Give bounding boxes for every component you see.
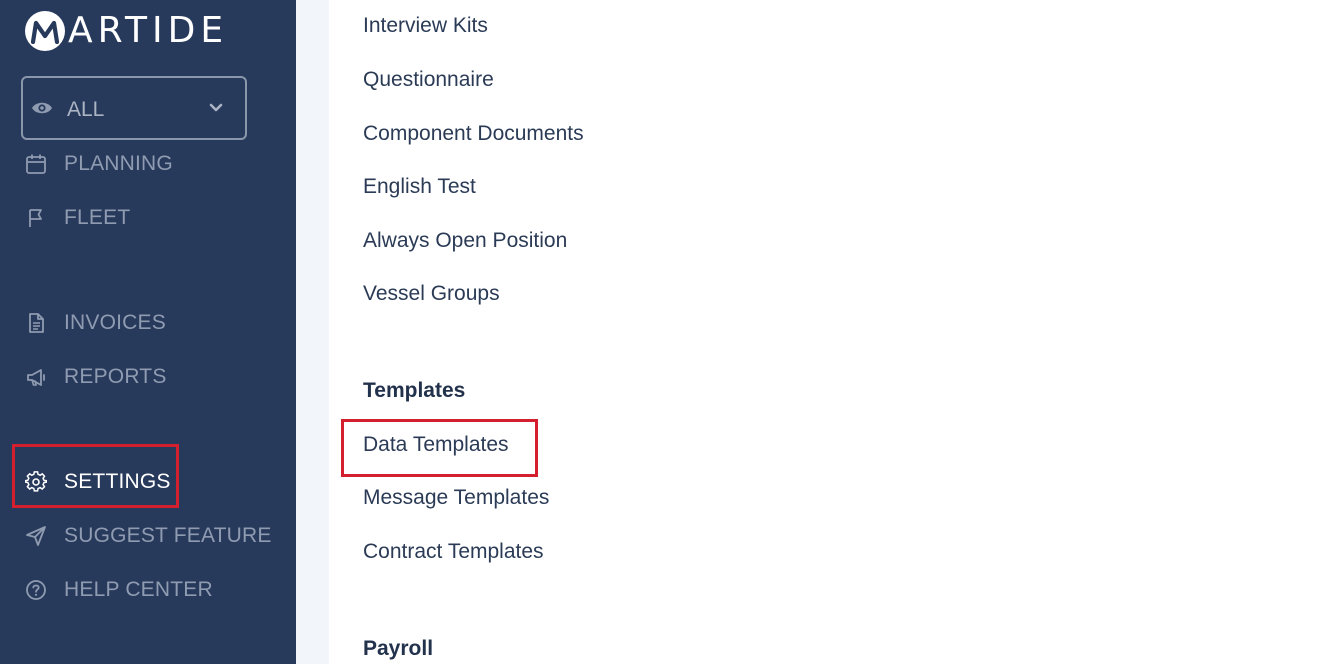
- sidebar-item-fleet[interactable]: FLEET: [24, 203, 130, 233]
- link-english-test[interactable]: English Test: [363, 175, 476, 199]
- chevron-down-icon: [209, 100, 223, 118]
- link-component-documents[interactable]: Component Documents: [363, 122, 584, 146]
- link-questionnaire[interactable]: Questionnaire: [363, 68, 494, 92]
- settings-content: Interview Kits Questionnaire Component D…: [329, 0, 1336, 664]
- link-data-templates[interactable]: Data Templates: [363, 433, 509, 457]
- filter-value: ALL: [67, 98, 105, 121]
- sidebar-item-label: HELP CENTER: [64, 578, 213, 601]
- sidebar-item-reports[interactable]: REPORTS: [24, 362, 167, 392]
- calendar-icon: [24, 152, 48, 176]
- sidebar-item-settings[interactable]: SETTINGS: [24, 467, 171, 497]
- eye-icon: [31, 100, 53, 121]
- sidebar-item-label: SUGGEST FEATURE: [64, 524, 272, 547]
- visibility-filter-select[interactable]: ALL: [21, 76, 247, 140]
- link-contract-templates[interactable]: Contract Templates: [363, 540, 544, 564]
- section-heading-payroll: Payroll: [363, 637, 434, 660]
- content-gutter: [296, 0, 329, 664]
- megaphone-icon: [24, 365, 48, 389]
- sidebar-item-help-center[interactable]: HELP CENTER: [24, 575, 213, 605]
- sidebar-item-label: INVOICES: [64, 311, 166, 334]
- sidebar-item-label: SETTINGS: [64, 470, 171, 493]
- gear-icon: [24, 470, 48, 494]
- sidebar-item-label: REPORTS: [64, 365, 167, 388]
- link-always-open-position[interactable]: Always Open Position: [363, 229, 567, 253]
- paper-plane-icon: [24, 524, 48, 548]
- sidebar-item-suggest-feature[interactable]: SUGGEST FEATURE: [24, 521, 272, 551]
- section-heading-templates: Templates: [363, 379, 466, 402]
- sidebar: ARTIDE ALL PLANNING FLEET INVOICES REPOR…: [0, 0, 296, 664]
- sidebar-item-planning[interactable]: PLANNING: [24, 149, 173, 179]
- link-message-templates[interactable]: Message Templates: [363, 486, 549, 510]
- martide-logo[interactable]: ARTIDE: [25, 9, 228, 53]
- sidebar-item-label: PLANNING: [64, 152, 173, 175]
- flag-icon: [24, 206, 48, 230]
- sidebar-item-label: FLEET: [64, 206, 131, 229]
- logo-m-icon: [25, 11, 65, 51]
- logo-text: ARTIDE: [68, 10, 229, 51]
- link-interview-kits[interactable]: Interview Kits: [363, 14, 488, 38]
- help-circle-icon: [24, 578, 48, 602]
- sidebar-item-invoices[interactable]: INVOICES: [24, 308, 166, 338]
- document-icon: [24, 311, 48, 335]
- link-vessel-groups[interactable]: Vessel Groups: [363, 282, 500, 306]
